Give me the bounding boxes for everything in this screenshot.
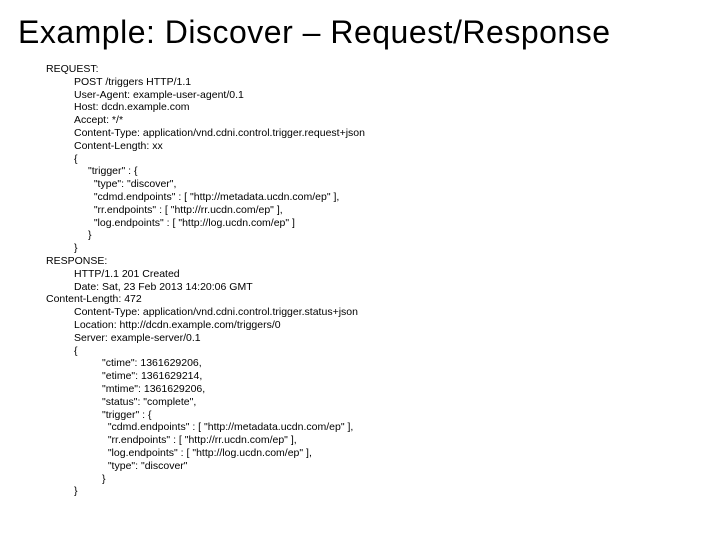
response-body-line: "cdmd.endpoints" : [ "http://metadata.uc… (102, 421, 702, 434)
request-body-line: "cdmd.endpoints" : [ "http://metadata.uc… (88, 191, 702, 204)
response-label: RESPONSE: (46, 255, 702, 268)
request-label: REQUEST: (46, 63, 702, 76)
response-line: { (74, 345, 702, 358)
response-body-line: } (102, 473, 702, 486)
response-line: Date: Sat, 23 Feb 2013 14:20:06 GMT (74, 281, 702, 294)
response-body-line: "log.endpoints" : [ "http://log.ucdn.com… (102, 447, 702, 460)
response-body-line: "rr.endpoints" : [ "http://rr.ucdn.com/e… (102, 434, 702, 447)
request-body-line: "trigger" : { (88, 165, 702, 178)
response-body-line: "mtime": 1361629206, (102, 383, 702, 396)
slide: Example: Discover – Request/Response REQ… (0, 0, 720, 540)
response-close: } (74, 485, 702, 498)
request-body-line: "rr.endpoints" : [ "http://rr.ucdn.com/e… (88, 204, 702, 217)
response-line: Location: http://dcdn.example.com/trigge… (74, 319, 702, 332)
response-body-line: "type": "discover" (102, 460, 702, 473)
content-length-label: Content-Length: 472 (46, 293, 702, 306)
response-body-line: "status": "complete", (102, 396, 702, 409)
request-body-line: } (88, 229, 702, 242)
response-line: Server: example-server/0.1 (74, 332, 702, 345)
code-block: REQUEST: POST /triggers HTTP/1.1 User-Ag… (46, 63, 702, 498)
response-line: Content-Type: application/vnd.cdni.contr… (74, 306, 702, 319)
request-line: Accept: */* (74, 114, 702, 127)
response-line: HTTP/1.1 201 Created (74, 268, 702, 281)
response-body-line: "etime": 1361629214, (102, 370, 702, 383)
response-body-line: "trigger" : { (102, 409, 702, 422)
request-line: { (74, 153, 702, 166)
request-line: User-Agent: example-user-agent/0.1 (74, 89, 702, 102)
request-close: } (74, 242, 702, 255)
request-line: Content-Type: application/vnd.cdni.contr… (74, 127, 702, 140)
request-line: POST /triggers HTTP/1.1 (74, 76, 702, 89)
request-body-line: "log.endpoints" : [ "http://log.ucdn.com… (88, 217, 702, 230)
response-body-line: "ctime": 1361629206, (102, 357, 702, 370)
slide-title: Example: Discover – Request/Response (18, 14, 702, 51)
request-line: Host: dcdn.example.com (74, 101, 702, 114)
request-body-line: "type": "discover", (88, 178, 702, 191)
request-line: Content-Length: xx (74, 140, 702, 153)
